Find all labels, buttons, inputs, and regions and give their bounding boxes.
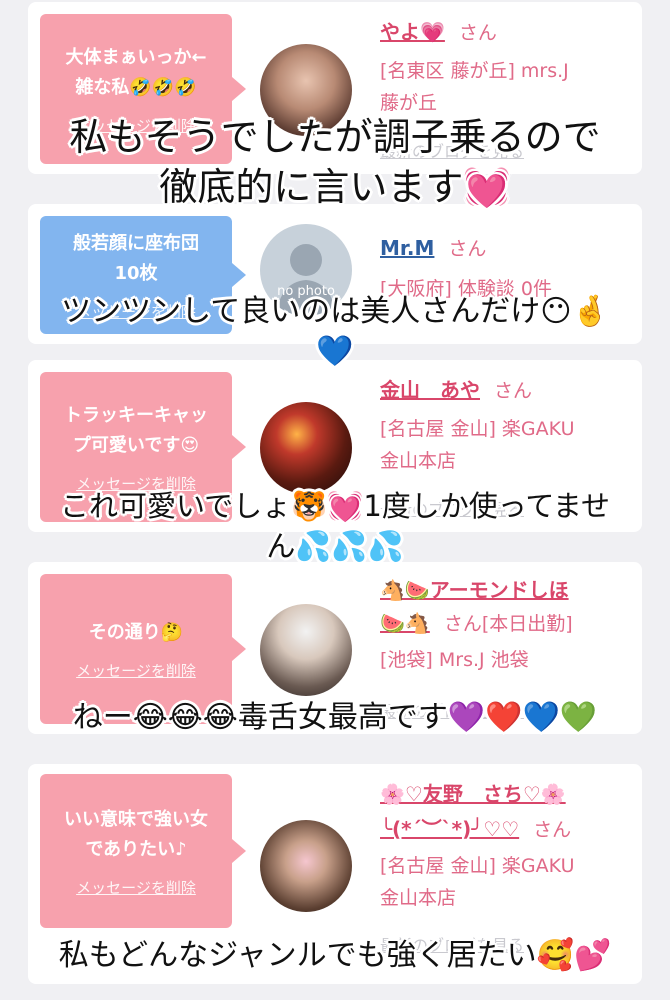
message-text: いい意味で強い女 でありたい♪ [64,808,208,860]
user-info: やよ💗 さん [名東区 藤が丘] mrs.J 藤が丘 [380,16,630,119]
honorific: さん [458,22,497,44]
message-text: 大体まぁいっか← 雑な私🤣🤣🤣 [65,46,207,98]
overlay-caption: 私もどんなジャンルでも強く居たい🥰💕 [58,938,612,973]
user-name-link[interactable]: 🌸♡友野 さち♡🌸 [380,782,566,806]
user-name-link-continued[interactable]: ╰(*´︶`*)╯♡♡ [380,817,519,841]
store-info: [名古屋 金山] 楽GAKU 金山本店 [380,418,575,472]
store-info: [池袋] Mrs.J 池袋 [380,649,529,671]
user-name-link[interactable]: 金山 あや [380,378,480,402]
honorific: さん [448,238,487,260]
overlay-caption: ツンツンして良いのは美人さんだけ😶🤞 💙 [61,294,609,369]
overlay-caption: 私もそうでしたが調子乗るので 徹底的に言います💓 [69,115,601,209]
delete-message-link[interactable]: メッセージを削除 [76,877,196,898]
message-bubble: いい意味で強い女 でありたい♪ メッセージを削除 [40,774,246,928]
honorific: さん[本日出勤] [443,613,573,635]
avatar[interactable] [260,604,352,696]
honorific: さん [494,380,533,402]
honorific: さん [533,819,572,841]
user-info: 🌸♡友野 さち♡🌸 ╰(*´︶`*)╯♡♡ さん [名古屋 金山] 楽GAKU 金… [380,778,630,914]
overlay-caption: ねー😂😂😂毒舌女最高です💜❤️💙💚 [72,700,598,735]
delete-message-link[interactable]: メッセージを削除 [76,660,196,681]
user-info: 🐴🍉アーモンドしほ 🍉🐴 さん[本日出勤] [池袋] Mrs.J 池袋 [380,574,630,676]
user-name-link[interactable]: Mr.M [380,236,434,260]
user-name-link[interactable]: 🐴🍉アーモンドしほ [380,578,569,602]
user-info: 金山 あや さん [名古屋 金山] 楽GAKU 金山本店 [380,374,630,477]
store-info: [名東区 藤が丘] mrs.J 藤が丘 [380,60,569,114]
user-name-link[interactable]: やよ💗 [380,20,445,44]
store-info: [名古屋 金山] 楽GAKU 金山本店 [380,855,575,909]
avatar[interactable] [260,402,352,494]
overlay-caption: これ可愛いでしょ🐯💓1度しか使ってませ ん💦💦💦 [59,489,611,563]
message-text: トラッキーキャッ プ可愛いです😍 [64,404,208,456]
user-name-link-continued[interactable]: 🍉🐴 [380,611,430,635]
avatar[interactable] [260,820,352,912]
message-text: 般若顔に座布団 10枚 [73,232,199,284]
message-text: その通り🤔 [88,621,184,643]
